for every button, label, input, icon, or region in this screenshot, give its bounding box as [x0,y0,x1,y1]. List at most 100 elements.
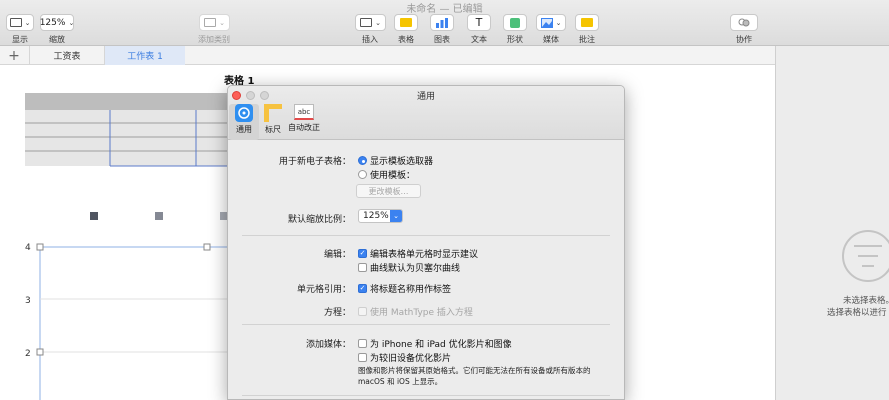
add-sheet-button[interactable]: + [4,46,24,65]
default-zoom-value: 125% [363,211,389,221]
tab-rulers[interactable]: 标尺 [258,104,288,140]
checkbox-checked[interactable]: ✓ [358,249,367,258]
mathtype-option[interactable]: 使用 MathType 插入方程 [358,305,473,318]
use-template-label: 使用模板： [370,171,416,181]
text-icon: T [475,16,483,29]
preferences-window: 通用 通用 标尺 abc 自动改正 用于新电子表格： 显示模板选取器 使用模板：… [227,85,625,400]
default-zoom-label: 默认缩放比例： [287,215,351,225]
chart-icon [436,17,448,28]
default-zoom-select[interactable]: 125% ⌄ [358,209,403,223]
no-selection-text: 未选择表格。 [843,296,889,306]
text-button[interactable]: T [467,14,491,31]
tab-autocorrect-label: 自动改正 [288,123,320,132]
zoom-label: 缩放 [49,35,65,44]
media-note: 图像和影片将保留其原始格式。它们可能无法在所有设备或所有版本的 macOS 和 … [358,366,591,386]
chevron-down-icon: ⌄ [219,18,225,27]
y-axis-tick: 2 [25,349,31,359]
show-suggestions-label: 编辑表格单元格时显示建议 [370,250,479,260]
optimize-iphone-option[interactable]: 为 iPhone 和 iPad 优化影片和图像 [358,337,512,350]
list-icon [204,18,217,27]
add-category-label: 添加类别 [198,35,230,44]
ruler-icon [264,104,282,122]
divider [242,235,610,236]
general-icon [235,104,253,122]
collaborate-icon [738,18,750,26]
tab-sheet-1[interactable]: 工作表 1 [105,46,185,65]
new-sheet-label: 用于新电子表格： [278,157,351,167]
chevron-down-icon: ⌄ [375,18,381,27]
table-button[interactable] [394,14,418,31]
checkbox-checked[interactable]: ✓ [358,284,367,293]
tab-general-label: 通用 [236,125,252,134]
preferences-title: 通用 [416,92,435,102]
chevron-down-icon: ⌄ [24,18,31,27]
optimize-old-option[interactable]: 为较旧设备优化影片 [358,351,451,364]
table-header-row [25,93,235,110]
radio-selected[interactable] [358,156,367,165]
shape-button[interactable] [503,14,527,31]
view-button[interactable]: ⌄ [6,14,34,31]
tab-payroll[interactable]: 工资表 [29,46,105,65]
chevron-down-icon: ⌄ [555,18,562,27]
tab-rulers-label: 标尺 [265,125,281,134]
change-template-button[interactable]: 更改模板… [356,184,421,198]
insert-button[interactable]: ⌄ [355,14,386,31]
divider [242,324,610,325]
media-button[interactable]: ⌄ [536,14,566,31]
checkbox-unchecked[interactable] [358,353,367,362]
y-axis-tick: 3 [25,296,31,306]
y-axis-tick: 4 [25,243,31,253]
media-icon [540,17,553,28]
chart-button[interactable] [430,14,454,31]
comment-button[interactable] [575,14,599,31]
radio-unselected[interactable] [358,170,367,179]
autocorrect-icon: abc [294,104,314,120]
table-icon [400,18,412,27]
show-template-chooser-option[interactable]: 显示模板选取器 [358,154,433,167]
equations-label: 方程： [323,308,351,318]
show-template-chooser-label: 显示模板选取器 [370,157,434,167]
preferences-toolbar: 通用 通用 标尺 abc 自动改正 [228,86,624,140]
bezier-curves-option[interactable]: 曲线默认为贝塞尔曲线 [358,261,460,274]
optimize-old-label: 为较旧设备优化影片 [370,354,452,364]
checkbox-disabled[interactable] [358,307,367,316]
chevron-down-icon: ⌄ [68,18,75,27]
legend-marker [155,212,163,220]
resize-handle [36,243,44,251]
zoom-select[interactable]: 125% ⌄ [40,14,74,31]
use-template-option[interactable]: 使用模板： [358,168,415,181]
collaborate-label: 协作 [736,35,752,44]
comment-icon [581,18,593,27]
table-body [25,110,235,166]
mathtype-label: 使用 MathType 插入方程 [370,308,473,318]
no-selection-hint: 选择表格以进行 [827,308,887,318]
add-category-button[interactable]: ⌄ [199,14,230,31]
comment-label: 批注 [579,35,595,44]
resize-handle [203,243,211,251]
use-header-names-label: 将标题名称用作标签 [370,285,452,295]
editing-label: 编辑： [323,250,351,260]
shape-icon [510,17,520,28]
collaborate-button[interactable] [730,14,758,31]
bezier-curves-label: 曲线默认为贝塞尔曲线 [370,264,461,274]
tab-general[interactable]: 通用 [229,104,259,140]
no-selection-icon [842,230,889,282]
window-title: 未命名 — 已编辑 [406,4,483,15]
add-media-label: 添加媒体： [305,340,351,350]
show-suggestions-option[interactable]: ✓ 编辑表格单元格时显示建议 [358,247,478,260]
legend-marker [90,212,98,220]
sheet-tab-bar: + 工资表 工作表 1 [0,46,775,65]
chevron-updown-icon: ⌄ [390,210,402,222]
insert-icon [360,18,373,27]
use-header-names-option[interactable]: ✓ 将标题名称用作标签 [358,282,451,295]
zoom-value: 125% [39,17,66,28]
optimize-iphone-label: 为 iPhone 和 iPad 优化影片和图像 [370,340,512,350]
divider [242,395,610,396]
checkbox-unchecked[interactable] [358,263,367,272]
toolbar: 未命名 — 已编辑 ⌄ 显示 125% ⌄ 缩放 ⌄ 添加类别 ⌄ 插入 表格 图… [0,0,889,46]
checkbox-unchecked[interactable] [358,339,367,348]
view-icon [9,18,22,27]
tab-autocorrect[interactable]: abc 自动改正 [288,104,320,140]
resize-handle [36,348,44,356]
format-sidebar: 未选择表格。 选择表格以进行 [775,46,889,400]
